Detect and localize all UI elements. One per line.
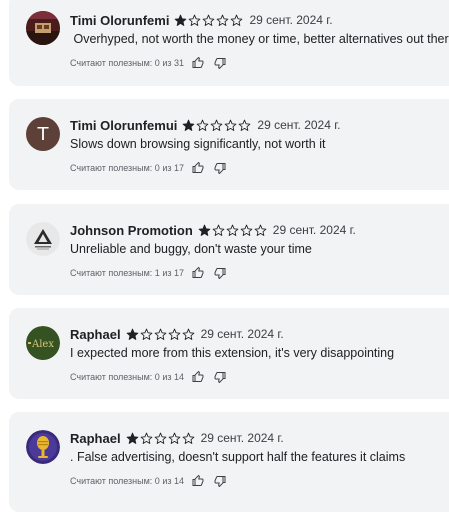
review-card: Timi Olorunfemi 29 сент. 2024 г. Overhyp… — [9, 0, 449, 86]
review-header: Johnson Promotion 29 сент. 2024 г. — [70, 221, 356, 239]
star-empty-icon — [226, 224, 239, 236]
star-empty-icon — [154, 328, 166, 340]
review-header: Raphael 29 сент. 2024 г. — [70, 429, 284, 447]
thumbs-up-icon[interactable] — [192, 57, 204, 69]
svg-text:Alex: Alex — [31, 339, 54, 350]
thumbs-down-icon[interactable] — [214, 371, 226, 383]
avatar — [26, 222, 60, 256]
helpful-row: Считают полезным: 0 из 14 — [70, 475, 226, 487]
star-empty-icon — [189, 14, 201, 26]
thumbs-up-icon[interactable] — [192, 267, 204, 279]
star-rating — [174, 14, 243, 27]
star-filled-icon — [198, 224, 211, 236]
author-name: Johnson Promotion — [70, 222, 193, 238]
star-empty-icon — [212, 224, 225, 236]
star-empty-icon — [140, 328, 152, 340]
thumbs-down-icon[interactable] — [214, 267, 226, 279]
thumbs-up-icon[interactable] — [192, 162, 204, 174]
author-name: Timi Olorunfemui — [70, 117, 178, 133]
review-text: I expected more from this extension, it'… — [70, 346, 395, 360]
helpful-count: Считают полезным: 0 из 17 — [70, 163, 184, 173]
thumbs-up-icon[interactable] — [192, 475, 204, 487]
triangle-logo-avatar-icon — [26, 222, 60, 256]
helpful-count: Считают полезным: 0 из 14 — [70, 476, 184, 486]
review-header: Timi Olorunfemi 29 сент. 2024 г. — [70, 11, 333, 29]
thumbs-down-icon[interactable] — [214, 475, 226, 487]
star-empty-icon — [154, 432, 166, 444]
star-empty-icon — [211, 119, 223, 131]
review-date: 29 сент. 2024 г. — [200, 431, 284, 445]
author-name: Raphael — [70, 430, 121, 446]
letter-avatar: T — [26, 117, 60, 151]
microphone-avatar-icon — [26, 430, 60, 464]
review-text: . False advertising, doesn't support hal… — [70, 450, 406, 464]
review-text: Slows down browsing significantly, not w… — [70, 137, 326, 151]
thumbs-down-icon[interactable] — [214, 57, 226, 69]
review-date: 29 сент. 2024 г. — [272, 223, 356, 237]
author-name: Raphael — [70, 326, 121, 342]
star-empty-icon — [182, 432, 194, 444]
star-empty-icon — [203, 14, 215, 26]
review-card: Raphael 29 сент. 2024 г. . False adverti… — [9, 412, 449, 512]
review-date: 29 сент. 2024 г. — [257, 118, 341, 132]
star-empty-icon — [240, 224, 253, 236]
star-empty-icon — [225, 119, 237, 131]
review-text: Overhyped, not worth the money or time, … — [70, 32, 449, 46]
review-card: T Timi Olorunfemui 29 сент. 2024 г. Slow… — [9, 99, 449, 190]
avatar: T — [26, 117, 60, 151]
star-empty-icon — [140, 432, 152, 444]
helpful-count: Считают полезным: 0 из 31 — [70, 58, 184, 68]
star-rating — [126, 328, 195, 341]
helpful-row: Считают полезным: 0 из 31 — [70, 57, 226, 69]
star-filled-icon — [183, 119, 195, 131]
star-rating — [198, 224, 267, 237]
star-empty-icon — [217, 14, 229, 26]
review-header: Raphael 29 сент. 2024 г. — [70, 325, 284, 343]
avatar — [26, 430, 60, 464]
star-empty-icon — [168, 432, 180, 444]
helpful-count: Считают полезным: 0 из 14 — [70, 372, 184, 382]
review-date: 29 сент. 2024 г. — [200, 327, 284, 341]
star-filled-icon — [175, 14, 187, 26]
helpful-row: Считают полезным: 0 из 17 — [70, 162, 226, 174]
review-header: Timi Olorunfemui 29 сент. 2024 г. — [70, 116, 340, 134]
star-empty-icon — [231, 14, 243, 26]
helpful-count: Считают полезным: 1 из 17 — [70, 268, 184, 278]
helpful-row: Считают полезным: 1 из 17 — [70, 267, 226, 279]
review-card: Alex Raphael 29 сент. 2024 г. I expected… — [9, 308, 449, 399]
avatar: Alex — [26, 326, 60, 360]
review-card: Johnson Promotion 29 сент. 2024 г. Unrel… — [9, 204, 449, 295]
author-name: Timi Olorunfemi — [70, 12, 170, 28]
star-empty-icon — [239, 119, 251, 131]
star-filled-icon — [126, 432, 138, 444]
review-list: Timi Olorunfemi 29 сент. 2024 г. Overhyp… — [0, 0, 449, 512]
alex-logo-avatar-icon: Alex — [26, 326, 60, 360]
star-empty-icon — [197, 119, 209, 131]
review-text: Unreliable and buggy, don't waste your t… — [70, 242, 312, 256]
star-empty-icon — [254, 224, 267, 236]
thumbs-up-icon[interactable] — [192, 371, 204, 383]
star-empty-icon — [168, 328, 180, 340]
review-date: 29 сент. 2024 г. — [249, 13, 333, 27]
star-empty-icon — [182, 328, 194, 340]
avatar — [26, 11, 60, 45]
star-rating — [182, 119, 251, 132]
thumbs-down-icon[interactable] — [214, 162, 226, 174]
helpful-row: Считают полезным: 0 из 14 — [70, 371, 226, 383]
star-rating — [126, 432, 195, 445]
dark-landscape-avatar-icon — [26, 11, 60, 45]
star-filled-icon — [126, 328, 138, 340]
